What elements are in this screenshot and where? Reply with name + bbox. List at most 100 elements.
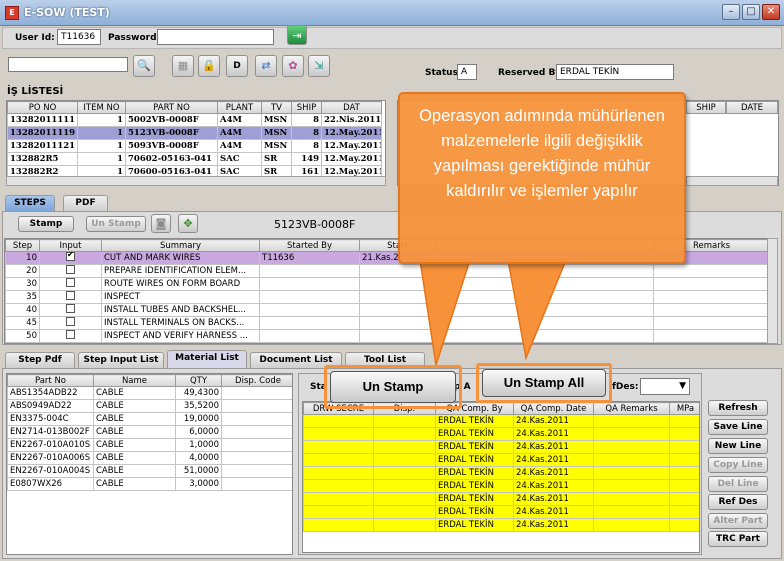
col-po-no[interactable]: PO NO — [7, 101, 78, 114]
table-row[interactable]: 45 INSTALL TERMINALS ON BACKS... — [5, 316, 767, 330]
table-row[interactable]: EN2267-010A006S CABLE 4,0000 — [7, 451, 292, 465]
refresh-icon[interactable]: ⇄ — [255, 55, 277, 77]
table-row[interactable]: EN2267-010A004S CABLE 51,0000 — [7, 464, 292, 478]
ref-des-button[interactable]: Ref Des — [708, 494, 768, 510]
refresh-button[interactable]: Refresh — [708, 400, 768, 416]
col-date-right[interactable]: DATE — [726, 101, 778, 114]
save-line-button[interactable]: Save Line — [708, 419, 768, 435]
palette-icon[interactable]: ✿ — [282, 55, 304, 77]
vertical-scrollbar[interactable] — [767, 238, 778, 344]
input-checkbox[interactable] — [66, 252, 75, 261]
search-icon[interactable]: 🔍 — [133, 55, 155, 77]
alter-part-button[interactable]: Alter Part — [708, 513, 768, 529]
col-tv[interactable]: TV — [261, 101, 292, 114]
table-row[interactable]: 30 ROUTE WIRES ON FORM BOARD — [5, 277, 767, 291]
col-summary[interactable]: Summary — [101, 239, 260, 252]
input-checkbox[interactable] — [66, 291, 75, 300]
table-row[interactable]: EN2267-010A010S CABLE 1,0000 — [7, 438, 292, 452]
compass-icon[interactable]: ✥ — [178, 214, 198, 233]
table-row[interactable]: EN3375-004C CABLE 19,0000 — [7, 412, 292, 426]
tab-step-input-list[interactable]: Step Input List — [78, 352, 164, 368]
input-checkbox[interactable] — [66, 265, 75, 274]
tab-pdf[interactable]: PDF — [63, 195, 108, 211]
col-name[interactable]: Name — [93, 374, 176, 387]
input-checkbox[interactable] — [66, 304, 75, 313]
col-step[interactable]: Step — [5, 239, 40, 252]
col-input[interactable]: Input — [39, 239, 102, 252]
table-row[interactable]: 35 INSPECT — [5, 290, 767, 304]
table-row[interactable]: 13282011121 1 5093VB-0008F A4M MSN 8 12.May.20… — [7, 139, 382, 153]
search-input[interactable] — [8, 57, 128, 72]
col-started-by[interactable]: Started By — [259, 239, 360, 252]
input-checkbox[interactable] — [66, 317, 75, 326]
input-checkbox[interactable] — [66, 330, 75, 339]
un-stamp-all-button[interactable]: Un Stamp All — [482, 369, 606, 397]
reserved-by-label: Reserved By: — [498, 68, 565, 78]
col-part-no[interactable]: Part No — [7, 374, 94, 387]
del-line-button[interactable]: Del Line — [708, 476, 768, 492]
close-button[interactable]: ✕ — [762, 4, 780, 20]
table-row[interactable]: ERDAL TEKİN 24.Kas.2011 — [303, 479, 699, 493]
tab-steps[interactable]: STEPS — [5, 195, 55, 211]
password-field[interactable] — [157, 29, 274, 45]
tab-material-list[interactable]: Material List — [167, 350, 247, 368]
window-title: E-SOW (TEST) — [24, 6, 110, 19]
stamp-table: DRW SECRE Disp. QA Comp. By QA Comp. Dat… — [302, 401, 700, 553]
table-row[interactable]: 132882R5 1 70602-05163-041 SAC SR 149 12.May.2… — [7, 152, 382, 166]
horizontal-scrollbar[interactable] — [6, 176, 386, 186]
table-row[interactable]: ERDAL TEKİN 24.Kas.2011 — [303, 427, 699, 441]
col-date[interactable]: DAT — [321, 101, 382, 114]
col-part-no[interactable]: PART NO — [125, 101, 218, 114]
status-value: A — [457, 64, 477, 80]
col-qa-comp-date[interactable]: QA Comp. Date — [513, 402, 594, 415]
col-disp-code[interactable]: Disp. Code — [221, 374, 292, 387]
table-row[interactable]: 13282011111 1 5002VB-0008F A4M MSN 8 22.Nis.20… — [7, 113, 382, 127]
table-row[interactable]: ERDAL TEKİN 24.Kas.2011 — [303, 505, 699, 519]
table-row-selected[interactable]: 13282011119 1 5123VB-0008F A4M MSN 8 12.May.20… — [7, 126, 382, 140]
table-row[interactable]: ERDAL TEKİN 24.Kas.2011 — [303, 440, 699, 454]
un-stamp-button[interactable]: Un Stamp — [330, 371, 456, 403]
table-row[interactable]: 40 INSTALL TUBES AND BACKSHEL... — [5, 303, 767, 317]
right-horizontal-scrollbar[interactable] — [686, 176, 778, 186]
current-part-no: 5123VB-0008F — [274, 218, 356, 231]
lock-icon[interactable]: 🔒 — [198, 55, 220, 77]
table-row[interactable]: ERDAL TEKİN 24.Kas.2011 — [303, 414, 699, 428]
table-row[interactable]: EN2714-013B002F CABLE 6,0000 — [7, 425, 292, 439]
maximize-button[interactable]: □ — [742, 4, 760, 20]
d-button[interactable]: D — [226, 55, 248, 77]
table-row[interactable]: ERDAL TEKİN 24.Kas.2011 — [303, 518, 699, 532]
new-line-button[interactable]: New Line — [708, 438, 768, 454]
table-row[interactable]: E0807WX26 CABLE 3,0000 — [7, 477, 292, 491]
table-row[interactable]: 20 PREPARE IDENTIFICATION ELEM... — [5, 264, 767, 278]
tab-step-pdf[interactable]: Step Pdf — [5, 352, 75, 368]
table-row[interactable]: ERDAL TEKİN 24.Kas.2011 — [303, 453, 699, 467]
table-row[interactable]: 50 INSPECT AND VERIFY HARNESS ... — [5, 329, 767, 343]
col-ship[interactable]: SHIP — [291, 101, 322, 114]
user-id-label: User Id: — [15, 33, 55, 43]
callout-pointer-left — [419, 259, 472, 366]
stamp-button[interactable]: Stamp — [18, 216, 74, 232]
trc-part-button[interactable]: TRC Part — [708, 531, 768, 547]
copy-line-button[interactable]: Copy Line — [708, 457, 768, 473]
col-qty[interactable]: QTY — [175, 374, 222, 387]
table-row[interactable]: ABS1354ADB22 CABLE 49,4300 — [7, 386, 292, 400]
col-item-no[interactable]: ITEM NO — [77, 101, 126, 114]
camera-icon[interactable]: ◙ — [151, 214, 171, 233]
refdes-label: fDes: — [612, 382, 639, 392]
user-id-field[interactable]: T11636 — [57, 29, 101, 45]
grid-icon[interactable]: ▦ — [172, 55, 194, 77]
login-button[interactable]: ⇥ — [287, 25, 307, 45]
col-ship-right[interactable]: SHIP — [686, 101, 726, 114]
refdes-select[interactable]: ▼ — [640, 378, 690, 395]
table-row[interactable]: ERDAL TEKİN 24.Kas.2011 — [303, 492, 699, 506]
col-qa-remarks[interactable]: QA Remarks — [593, 402, 670, 415]
input-checkbox[interactable] — [66, 278, 75, 287]
exit-icon[interactable]: ⇲ — [308, 55, 330, 77]
col-mpa[interactable]: MPa — [669, 402, 699, 415]
un-stamp-button-disabled[interactable]: Un Stamp — [86, 216, 146, 232]
title-bar: E E-SOW (TEST) – □ ✕ — [0, 0, 784, 26]
table-row[interactable]: ABS0949AD22 CABLE 35,5200 — [7, 399, 292, 413]
table-row[interactable]: ERDAL TEKİN 24.Kas.2011 — [303, 466, 699, 480]
col-plant[interactable]: PLANT — [217, 101, 262, 114]
minimize-button[interactable]: – — [722, 4, 740, 20]
